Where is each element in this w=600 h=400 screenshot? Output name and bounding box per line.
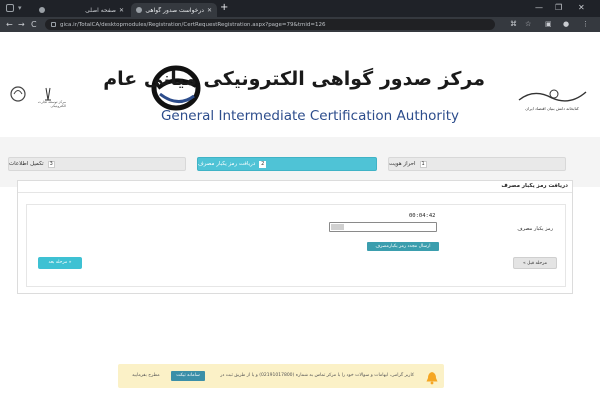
- step-otp[interactable]: 2 دریافت رمز یکبار مصرف: [197, 157, 377, 171]
- step-number: 3: [47, 160, 55, 168]
- step-number: 2: [259, 160, 267, 168]
- otp-form-card: دریافت رمز یکبار مصرف 00:04:42 رمز یکبار…: [17, 180, 573, 294]
- minimize-button[interactable]: —: [535, 2, 543, 14]
- more-menu-icon[interactable]: ⋮: [582, 19, 589, 30]
- page-title-fa: مرکز صدور گواهی الکترونیکی میانی عام: [103, 68, 485, 90]
- browser-toolbar: ← → C gica.ir/TotalCA/desktopmodules/Reg…: [0, 17, 600, 32]
- tab-search-icon[interactable]: ▾: [18, 4, 22, 12]
- browser-tab-bar: ▾ صفحه اصلی ✕ درخواست صدور گواهی ✕ + — ❐…: [0, 0, 600, 17]
- forward-button[interactable]: →: [18, 19, 25, 30]
- resend-otp-button[interactable]: ارسال مجدد رمز یکبارمصرف: [367, 242, 439, 251]
- otp-countdown-timer: 00:04:42: [409, 213, 436, 219]
- address-bar[interactable]: gica.ir/TotalCA/desktopmodules/Registrat…: [45, 19, 495, 30]
- back-button[interactable]: ←: [6, 19, 13, 30]
- next-step-button[interactable]: « مرحله بعد: [38, 257, 82, 269]
- profile-icon[interactable]: ●: [563, 19, 569, 30]
- otp-input-fill: [331, 224, 344, 230]
- right-emblem-text: کتابخانه دانش بنیان اقتصاد ایران: [525, 106, 579, 111]
- translate-icon[interactable]: ⌘: [510, 19, 517, 30]
- tab-title: صفحه اصلی: [85, 6, 116, 14]
- right-emblem: کتابخانه دانش بنیان اقتصاد ایران: [514, 86, 590, 122]
- extensions-icon[interactable]: ▣: [545, 19, 552, 30]
- bell-icon: [426, 372, 438, 385]
- previous-step-button[interactable]: مرحله قبل »: [513, 257, 557, 269]
- otp-input[interactable]: [329, 222, 437, 232]
- support-notice: کاربر گرامی، ابهامات و سوالات خود را با …: [118, 364, 444, 388]
- step-label: دریافت رمز یکبار مصرف: [198, 161, 256, 167]
- maximize-button[interactable]: ❐: [555, 2, 562, 14]
- site-header: مرکز توسعه تجارت الکترونیکی مرکز صدور گو…: [0, 32, 600, 137]
- tab-cert-request[interactable]: درخواست صدور گواهی ✕: [131, 3, 217, 17]
- step-complete-info[interactable]: 3 تکمیل اطلاعات: [8, 157, 186, 171]
- otp-form-panel: 00:04:42 رمز یکبار مصرف ارسال مجدد رمز ی…: [26, 204, 566, 287]
- card-title: دریافت رمز یکبار مصرف: [501, 183, 568, 189]
- page: ▾ صفحه اصلی ✕ درخواست صدور گواهی ✕ + — ❐…: [0, 0, 600, 400]
- window-menu-icon[interactable]: [6, 4, 14, 12]
- lock-icon: [51, 22, 56, 27]
- card-divider: [18, 192, 572, 193]
- page-title-en: General Intermediate Certification Autho…: [160, 108, 460, 124]
- notice-tail-text: مطرح بفرمایید: [132, 373, 160, 378]
- otp-label: رمز یکبار مصرف: [517, 226, 553, 232]
- tab-title: درخواست صدور گواهی: [145, 6, 204, 14]
- left-emblems: مرکز توسعه تجارت الکترونیکی: [8, 82, 68, 127]
- tab-home[interactable]: صفحه اصلی ✕: [34, 3, 129, 17]
- ticket-system-button[interactable]: سامانه تیکت: [171, 371, 205, 381]
- step-label: تکمیل اطلاعات: [9, 161, 44, 167]
- step-label: احراز هویت: [389, 161, 416, 167]
- step-number: 1: [419, 160, 427, 168]
- bookmark-icon[interactable]: ☆: [525, 19, 531, 30]
- close-tab-icon[interactable]: ✕: [207, 7, 212, 14]
- close-window-button[interactable]: ✕: [578, 2, 585, 14]
- calligraphy-emblem-icon: [518, 89, 587, 102]
- new-tab-button[interactable]: +: [220, 2, 228, 14]
- notice-text: کاربر گرامی، ابهامات و سوالات خود را با …: [220, 373, 414, 378]
- left-emblem-text: مرکز توسعه تجارت الکترونیکی: [37, 100, 66, 108]
- reload-button[interactable]: C: [31, 19, 37, 30]
- close-tab-icon[interactable]: ✕: [119, 7, 124, 14]
- url-text: gica.ir/TotalCA/desktopmodules/Registrat…: [60, 21, 326, 28]
- step-identity-verification[interactable]: 1 احراز هویت: [388, 157, 566, 171]
